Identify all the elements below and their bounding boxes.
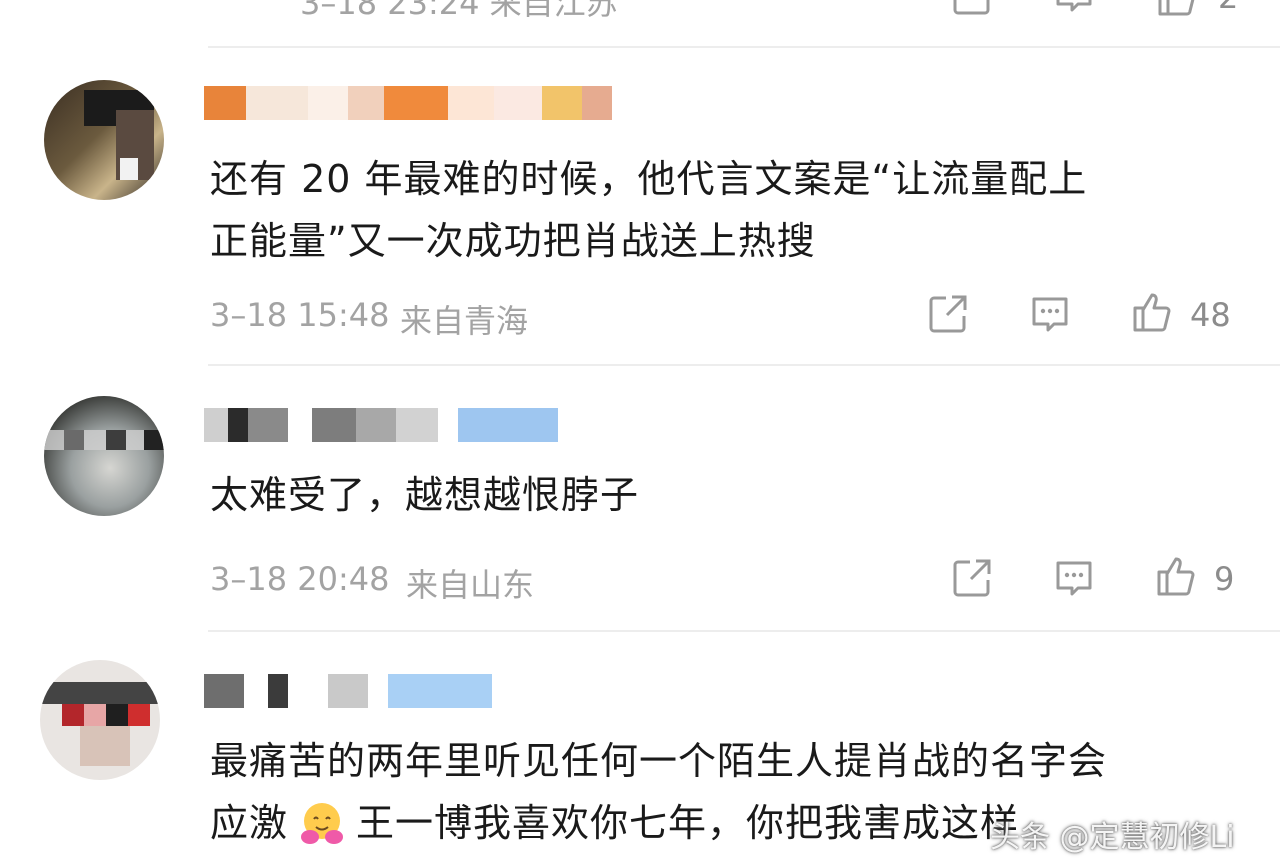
avatar[interactable] (44, 396, 164, 516)
divider (208, 364, 1280, 366)
share-button[interactable] (926, 292, 970, 336)
comment-location: 来自山东 (406, 566, 535, 604)
thumbs-up-icon (1158, 0, 1195, 16)
share-icon (953, 559, 991, 597)
watermark: 头条 @定慧初修Li (990, 820, 1235, 855)
comment-meta-partial: 3–18 23:24 来自江苏 (300, 0, 618, 22)
like-button[interactable] (1155, 0, 1199, 18)
comment-button[interactable] (1028, 292, 1072, 336)
comment-text: 还有 20 年最难的时候，他代言文案是“让流量配上 正能量”又一次成功把肖战送上… (210, 157, 1088, 263)
avatar[interactable] (40, 660, 160, 780)
share-icon (953, 0, 990, 15)
thumbs-up-icon (1157, 557, 1195, 596)
like-count: 9 (1214, 560, 1235, 598)
comment-button[interactable] (1052, 0, 1096, 18)
hug-emoji-icon (296, 797, 348, 849)
share-button[interactable] (950, 556, 994, 600)
share-icon (929, 295, 967, 333)
comment-icon (1032, 297, 1068, 332)
comment-location: 来自青海 (400, 302, 529, 340)
like-button[interactable] (1154, 554, 1198, 598)
username-blurred (204, 408, 558, 442)
comment-icon (1056, 0, 1092, 12)
comment-text: 最痛苦的两年里听见任何一个陌生人提肖战的名字会 应激 王一博我喜欢你七年，你把我… (210, 730, 1107, 854)
like-count: 48 (1190, 296, 1231, 334)
comment-text: 太难受了，越想越恨脖子 (210, 473, 640, 517)
comment-time: 3–18 20:48 (210, 560, 390, 598)
comment-icon (1056, 561, 1092, 596)
comment-button[interactable] (1052, 556, 1096, 600)
divider (208, 46, 1280, 48)
like-button[interactable] (1130, 290, 1174, 334)
thumbs-up-icon (1133, 293, 1171, 332)
share-button[interactable] (950, 0, 994, 18)
like-count: 2 (1218, 0, 1238, 16)
divider (208, 630, 1280, 632)
comment-time: 3–18 15:48 (210, 296, 390, 334)
username-blurred (204, 674, 492, 708)
avatar[interactable] (44, 80, 164, 200)
username-blurred (204, 86, 612, 120)
